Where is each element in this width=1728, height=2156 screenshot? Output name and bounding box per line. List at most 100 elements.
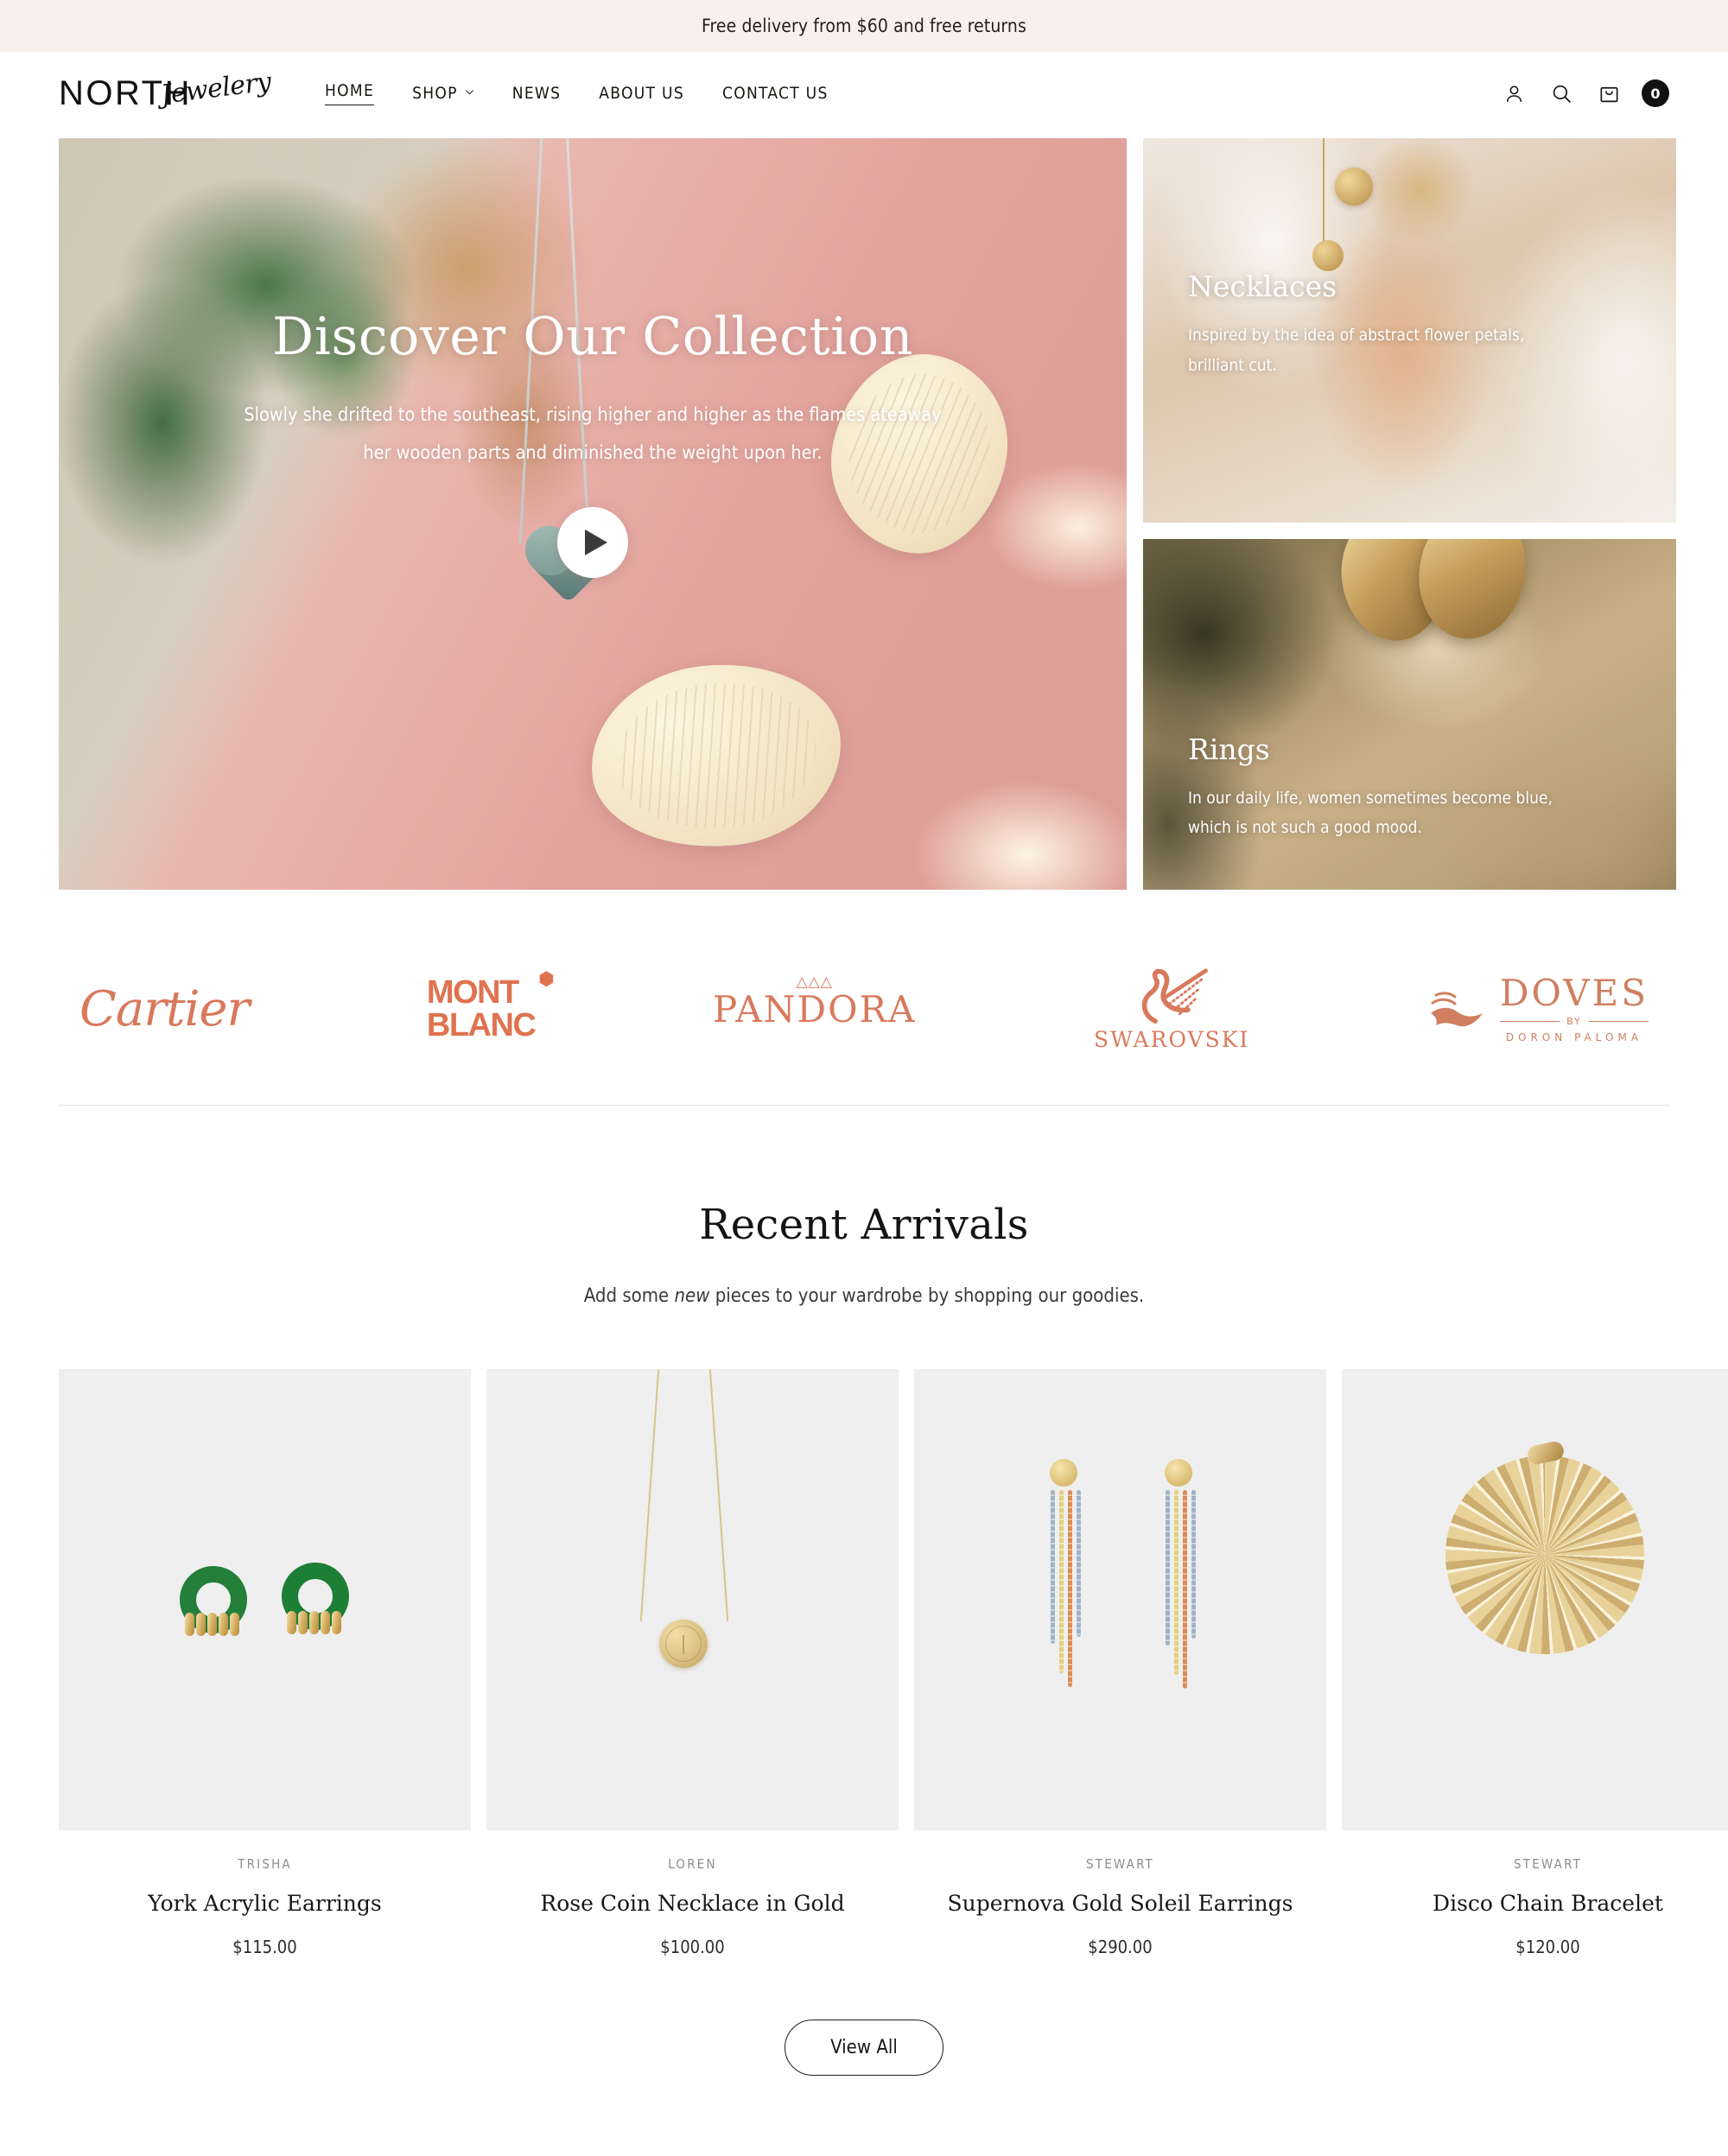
announcement-text: Free delivery from $60 and free returns bbox=[702, 16, 1026, 36]
brand-logo-swarovski[interactable]: SWAROVSKI bbox=[1094, 967, 1249, 1052]
nav-item-shop-label: SHOP bbox=[412, 84, 458, 103]
nav-item-about-us-label: ABOUT US bbox=[599, 84, 684, 103]
product-image[interactable] bbox=[486, 1369, 899, 1830]
chain-bracelet bbox=[1445, 1455, 1644, 1654]
product-card[interactable]: LOREN Rose Coin Necklace in Gold $100.00 bbox=[486, 1369, 899, 1957]
product-title[interactable]: Disco Chain Bracelet bbox=[1342, 1891, 1728, 1916]
gem-strand bbox=[1191, 1490, 1196, 1639]
gem-strand bbox=[1068, 1490, 1072, 1687]
gold-rings-right bbox=[287, 1611, 341, 1634]
rings-desc-line-2: which is not such a good mood. bbox=[1188, 818, 1422, 838]
nav-item-home[interactable]: HOME bbox=[306, 76, 393, 111]
brand-logos-section: Cartier MONT BLANC △△△ PANDORA SWAROVSKI bbox=[0, 914, 1728, 1106]
hero-subtitle-line-1: Slowly she drifted to the southeast, ris… bbox=[244, 404, 942, 426]
hero-banner[interactable]: Discover Our Collection Slowly she drift… bbox=[59, 138, 1127, 890]
necklaces-desc-line-1: Inspired by the idea of abstract flower … bbox=[1188, 326, 1525, 345]
gem-strand bbox=[1166, 1490, 1170, 1646]
doves-text-block: DOVES BY DORON PALOMA bbox=[1499, 975, 1649, 1043]
product-meta: STEWART Disco Chain Bracelet $120.00 bbox=[1342, 1830, 1728, 1957]
product-title[interactable]: Rose Coin Necklace in Gold bbox=[486, 1891, 899, 1916]
product-grid: TRISHA York Acrylic Earrings $115.00 LOR… bbox=[59, 1369, 1728, 1957]
product-vendor: STEWART bbox=[1085, 1856, 1154, 1872]
product-meta: TRISHA York Acrylic Earrings $115.00 bbox=[59, 1830, 471, 1957]
rings-card-body: Rings In our daily life, women sometimes… bbox=[1188, 732, 1631, 843]
doves-rule-left bbox=[1499, 1021, 1560, 1022]
site-header: NORTH Jewelery HOME SHOP NEWS ABOUT US C… bbox=[0, 52, 1728, 135]
nav-item-shop[interactable]: SHOP bbox=[393, 79, 493, 108]
view-all-button[interactable]: View All bbox=[785, 2020, 943, 2076]
product-image[interactable] bbox=[1342, 1369, 1728, 1830]
recent-arrivals-section: Recent Arrivals Add some new pieces to y… bbox=[0, 1106, 1728, 2124]
cart-count-badge[interactable]: 0 bbox=[1642, 79, 1669, 107]
nav-item-news[interactable]: NEWS bbox=[493, 79, 581, 108]
shopping-bag-icon[interactable] bbox=[1597, 81, 1621, 105]
necklaces-coin-pendant bbox=[1335, 168, 1373, 206]
product-price: $115.00 bbox=[232, 1937, 297, 1957]
hero-subtitle: Slowly she drifted to the southeast, ris… bbox=[191, 396, 994, 472]
gem-strand bbox=[1059, 1490, 1064, 1673]
necklaces-desc-line-2: brilliant cut. bbox=[1188, 355, 1277, 375]
nav-item-home-label: HOME bbox=[325, 81, 375, 105]
site-logo[interactable]: NORTH Jewelery bbox=[59, 67, 275, 118]
brand-logo-pandora-text: △△△ PANDORA bbox=[712, 973, 917, 1030]
announcement-bar: Free delivery from $60 and free returns bbox=[0, 0, 1728, 52]
product-image[interactable] bbox=[59, 1369, 471, 1830]
coin-pendant bbox=[659, 1620, 708, 1668]
montblanc-star-icon bbox=[539, 971, 554, 987]
product-card[interactable]: STEWART Disco Chain Bracelet $120.00 bbox=[1342, 1369, 1728, 1957]
rings-desc-line-1: In our daily life, women sometimes becom… bbox=[1188, 788, 1553, 808]
brand-logo-pandora-word: PANDORA bbox=[712, 988, 917, 1030]
product-price: $100.00 bbox=[660, 1937, 725, 1957]
brand-logo-pandora[interactable]: △△△ PANDORA bbox=[712, 973, 917, 1030]
necklaces-coin-pendant-small bbox=[1312, 240, 1344, 271]
doves-designer-name: DORON PALOMA bbox=[1505, 1031, 1643, 1043]
rings-card-title: Rings bbox=[1188, 732, 1270, 766]
hero-subtitle-line-2: her wooden parts and diminished the weig… bbox=[363, 442, 823, 465]
header-icon-group: 0 bbox=[1502, 79, 1669, 107]
pandora-crown-icon: △△△ bbox=[796, 973, 833, 991]
gem-strand bbox=[1174, 1490, 1178, 1675]
brand-logo-montblanc-line-2: BLANC bbox=[426, 1006, 537, 1043]
main-navigation: HOME SHOP NEWS ABOUT US CONTACT US bbox=[306, 76, 1502, 111]
product-card[interactable]: STEWART Supernova Gold Soleil Earrings $… bbox=[914, 1369, 1326, 1957]
play-button[interactable] bbox=[557, 507, 628, 579]
nav-item-contact-us[interactable]: CONTACT US bbox=[703, 79, 848, 108]
brand-logo-montblanc[interactable]: MONT BLANC bbox=[426, 971, 554, 1043]
gem-strand bbox=[1183, 1490, 1187, 1689]
product-vendor: STEWART bbox=[1513, 1856, 1582, 1872]
chevron-down-icon bbox=[465, 87, 474, 97]
section-subtitle-before: Add some bbox=[583, 1285, 675, 1307]
hero-title: Discover Our Collection bbox=[272, 307, 913, 367]
dove-icon bbox=[1430, 991, 1483, 1026]
york-acrylic-earrings-art bbox=[59, 1369, 471, 1830]
sun-face-left bbox=[1039, 1449, 1088, 1497]
brand-logo-doves[interactable]: DOVES BY DORON PALOMA bbox=[1427, 975, 1649, 1043]
section-subtitle-emphasis: new bbox=[674, 1285, 710, 1307]
category-card-necklaces[interactable]: Necklaces Inspired by the idea of abstra… bbox=[1143, 138, 1676, 523]
hero-content: Discover Our Collection Slowly she drift… bbox=[59, 307, 1127, 579]
nav-item-news-label: NEWS bbox=[511, 84, 562, 103]
product-price: $120.00 bbox=[1515, 1937, 1580, 1957]
product-card[interactable]: TRISHA York Acrylic Earrings $115.00 bbox=[59, 1369, 471, 1957]
product-image[interactable] bbox=[914, 1369, 1326, 1830]
play-icon bbox=[585, 529, 607, 556]
category-card-rings[interactable]: Rings In our daily life, women sometimes… bbox=[1143, 539, 1676, 890]
product-title[interactable]: Supernova Gold Soleil Earrings bbox=[914, 1891, 1326, 1916]
nav-item-about-us[interactable]: ABOUT US bbox=[580, 79, 703, 108]
recent-arrivals-header: Recent Arrivals Add some new pieces to y… bbox=[59, 1106, 1669, 1307]
account-icon[interactable] bbox=[1502, 81, 1526, 105]
brand-logo-cartier[interactable]: Cartier bbox=[79, 981, 250, 1037]
brand-logo-swarovski-text: SWAROVSKI bbox=[1094, 1026, 1250, 1052]
product-meta: LOREN Rose Coin Necklace in Gold $100.00 bbox=[486, 1830, 899, 1957]
hero-section: Discover Our Collection Slowly she drift… bbox=[0, 138, 1728, 890]
necklace-chain-right bbox=[708, 1369, 729, 1621]
product-title[interactable]: York Acrylic Earrings bbox=[59, 1891, 471, 1916]
search-icon[interactable] bbox=[1549, 81, 1573, 105]
view-all-wrapper: View All bbox=[59, 1957, 1669, 2124]
sun-face-right bbox=[1154, 1449, 1203, 1497]
rings-card-description: In our daily life, women sometimes becom… bbox=[1188, 783, 1577, 843]
doves-rule-right bbox=[1588, 1021, 1649, 1022]
disco-chain-bracelet-art bbox=[1342, 1369, 1728, 1830]
necklaces-card-description: Inspired by the idea of abstract flower … bbox=[1188, 320, 1577, 380]
rose-coin-necklace-art bbox=[486, 1369, 899, 1830]
